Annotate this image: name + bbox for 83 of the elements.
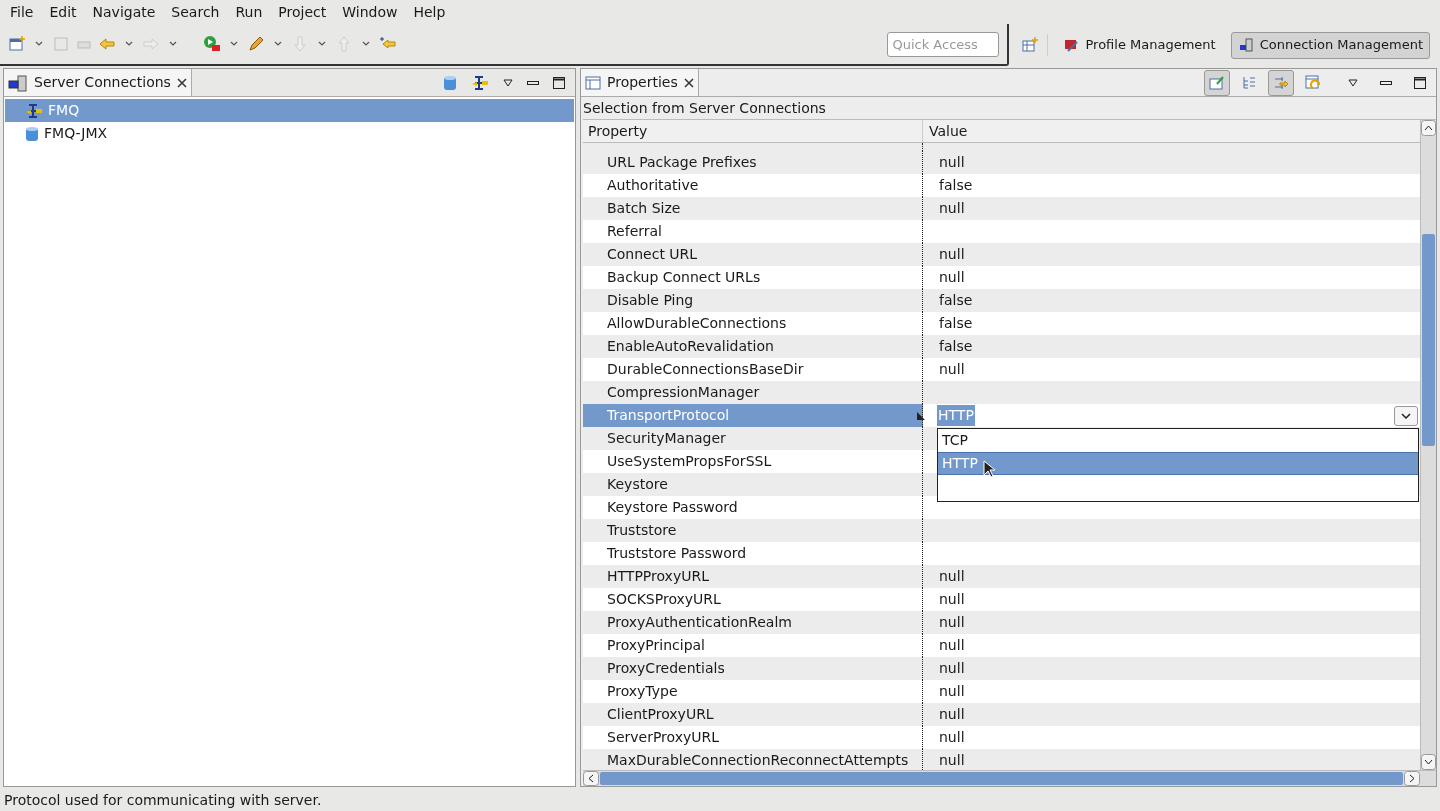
- caret-icon[interactable]: [362, 41, 370, 47]
- pin-icon: [1209, 74, 1225, 91]
- filter-arrow-icon: [1273, 74, 1289, 91]
- property-value: false: [939, 314, 973, 333]
- caret-icon[interactable]: [230, 41, 238, 47]
- quick-access-field[interactable]: Quick Access: [887, 31, 1000, 57]
- open-perspective-icon[interactable]: [1021, 36, 1040, 54]
- table-undo-icon[interactable]: [1305, 74, 1321, 91]
- run-icon[interactable]: [203, 35, 221, 53]
- column-header[interactable]: Value: [923, 120, 1420, 142]
- scroll-right-icon[interactable]: [1404, 771, 1420, 786]
- dropdown-option[interactable]: TCP: [938, 429, 1418, 452]
- new-window-icon[interactable]: [8, 35, 26, 53]
- properties-tab[interactable]: Properties: [581, 69, 699, 96]
- dropdown-button[interactable]: [1394, 405, 1418, 426]
- property-value: false: [939, 176, 973, 195]
- caret-icon[interactable]: [35, 41, 43, 47]
- caret-icon[interactable]: [274, 41, 282, 47]
- property-value: null: [939, 659, 965, 678]
- property-value: null: [939, 199, 965, 218]
- property-value: null: [939, 590, 965, 609]
- property-value: null: [939, 705, 965, 724]
- scrollbar-thumb[interactable]: [1422, 234, 1435, 446]
- property-value: false: [939, 291, 973, 310]
- connector-icon[interactable]: [471, 74, 489, 91]
- scrollbar-thumb[interactable]: [600, 772, 1403, 785]
- property-value: null: [939, 153, 965, 172]
- tab-label: Properties: [607, 73, 678, 92]
- pin-toggle[interactable]: [1204, 69, 1230, 96]
- property-value: null: [939, 245, 965, 264]
- perspective-button[interactable]: Connection Management: [1230, 31, 1430, 59]
- connector-icon: [25, 102, 43, 119]
- server-icon: [1237, 37, 1254, 53]
- property-value: null: [939, 567, 965, 586]
- property-value: null: [939, 636, 965, 655]
- caret-icon[interactable]: [125, 41, 133, 47]
- menu-item[interactable]: File: [2, 0, 42, 25]
- property-value: null: [939, 751, 965, 770]
- corner-icon: [917, 412, 925, 420]
- close-icon[interactable]: [176, 77, 187, 88]
- computer-icon: [8, 73, 28, 92]
- mouse-cursor-icon: [983, 460, 995, 478]
- advanced-toggle[interactable]: [1268, 69, 1294, 96]
- column-header[interactable]: Property: [583, 120, 923, 142]
- chevron-icon: [1401, 412, 1411, 419]
- property-value: null: [939, 360, 965, 379]
- menu-item[interactable]: Project: [270, 0, 335, 25]
- menu-item[interactable]: Help: [405, 0, 454, 25]
- view-menu-icon[interactable]: [1348, 78, 1358, 87]
- maximize-icon[interactable]: [1414, 76, 1426, 89]
- minimize-icon[interactable]: [1380, 80, 1392, 85]
- database-icon[interactable]: [443, 74, 457, 91]
- table-icon: [585, 75, 601, 90]
- property-value: null: [939, 613, 965, 632]
- property-value: false: [939, 337, 973, 356]
- server-connections-tab[interactable]: Server Connections: [4, 69, 192, 96]
- selection-label: Selection from Server Connections: [583, 98, 826, 118]
- menu-item[interactable]: Edit: [41, 0, 85, 25]
- scroll-up-icon[interactable]: [1421, 120, 1436, 136]
- toolbox-icon: [1063, 37, 1080, 53]
- menu-item[interactable]: Window: [334, 0, 406, 25]
- menu-item[interactable]: Run: [227, 0, 271, 25]
- scroll-left-icon[interactable]: [583, 771, 599, 786]
- menu-item[interactable]: Search: [163, 0, 228, 25]
- tree-item-label: FMQ: [48, 101, 80, 120]
- pen-icon[interactable]: [247, 35, 265, 53]
- database-icon: [25, 125, 39, 142]
- menu-item[interactable]: Navigate: [84, 0, 164, 25]
- maximize-icon[interactable]: [553, 76, 565, 89]
- tree-item-label: FMQ-JMX: [44, 124, 108, 143]
- minimize-icon[interactable]: [527, 80, 539, 85]
- property-value: null: [939, 268, 965, 287]
- tree-item[interactable]: FMQ-JMX: [5, 122, 574, 145]
- view-menu-icon[interactable]: [503, 78, 513, 87]
- tab-label: Server Connections: [34, 73, 171, 92]
- property-value: null: [939, 728, 965, 747]
- status-text: Protocol used for communicating with server.: [4, 790, 322, 810]
- property-value: null: [939, 682, 965, 701]
- scroll-down-icon[interactable]: [1421, 754, 1436, 770]
- perspective-button[interactable]: Profile Management: [1056, 31, 1223, 59]
- caret-icon[interactable]: [318, 41, 326, 47]
- caret-icon[interactable]: [169, 41, 177, 47]
- close-icon[interactable]: [683, 77, 694, 88]
